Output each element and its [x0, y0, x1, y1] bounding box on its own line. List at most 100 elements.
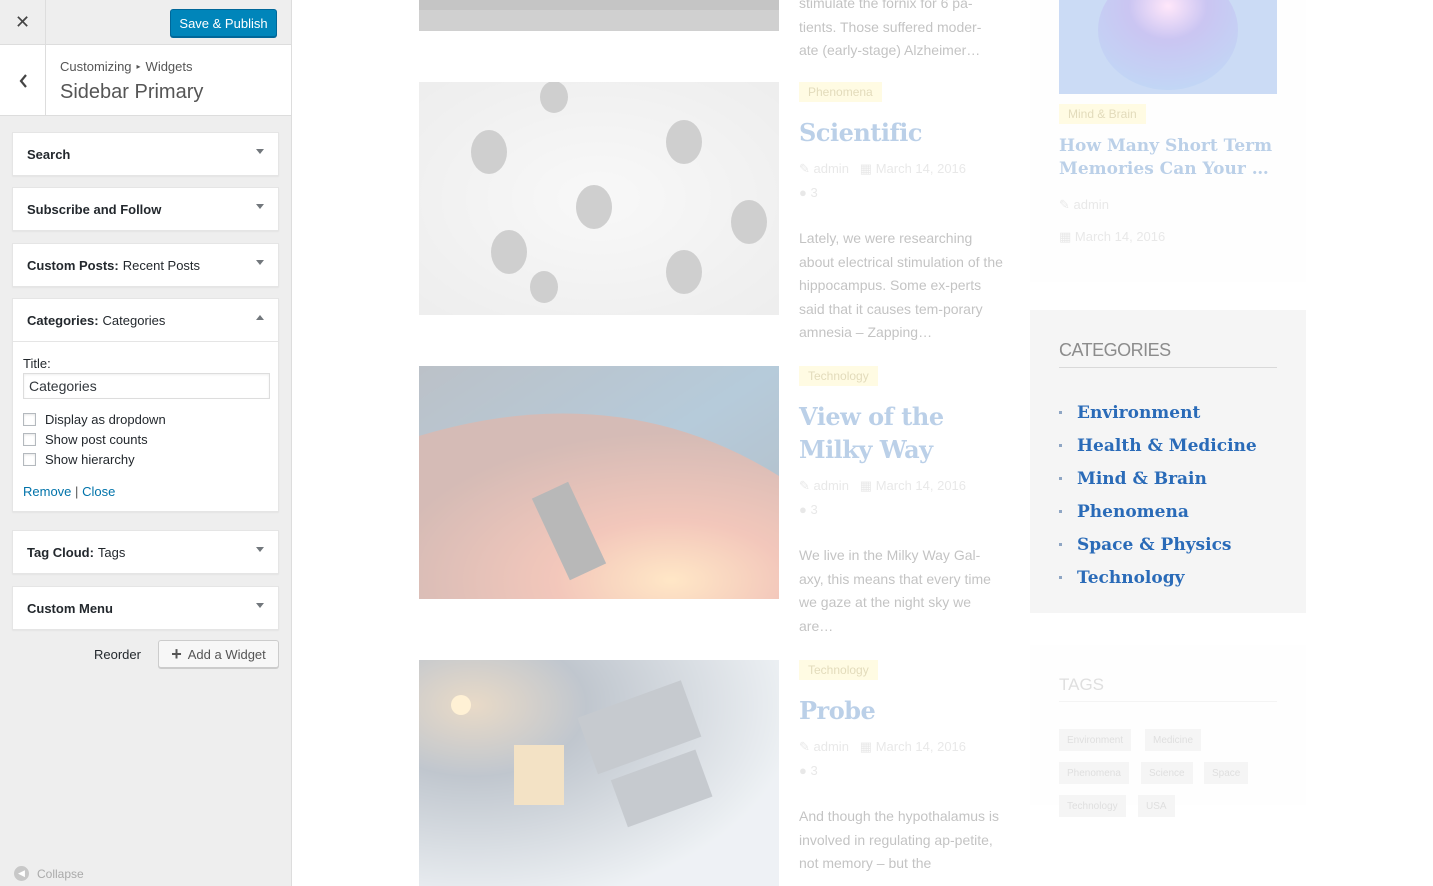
tag[interactable]: Space — [1204, 762, 1249, 784]
title-field[interactable] — [23, 373, 270, 399]
chevron-down-icon[interactable] — [256, 547, 264, 552]
widget-subtitle: Tags — [97, 544, 126, 560]
post-meta: ✎ admin ▦ March 14, 2016 ● 3 — [799, 735, 1004, 783]
category-link[interactable]: Space & Physics — [1077, 535, 1232, 555]
option-show-hierarchy[interactable]: Show hierarchy — [23, 451, 268, 467]
widget-header[interactable]: Custom Menu — [13, 587, 278, 629]
option-display-dropdown[interactable]: Display as dropdown — [23, 411, 268, 427]
post-author[interactable]: admin — [814, 739, 849, 754]
chevron-down-icon[interactable] — [256, 260, 264, 265]
category-link[interactable]: Environment — [1077, 403, 1200, 423]
widget-search[interactable]: Search — [12, 132, 279, 176]
category-item[interactable]: Technology — [1059, 561, 1257, 594]
option-label: Display as dropdown — [45, 411, 166, 427]
category-item[interactable]: Health & Medicine — [1059, 429, 1257, 462]
post-category[interactable]: Technology — [799, 660, 878, 680]
tags-heading: TAGS — [1059, 675, 1277, 702]
post-image-observatory[interactable] — [419, 366, 779, 599]
widget-custom-menu[interactable]: Custom Menu — [12, 586, 279, 630]
post-author[interactable]: admin — [1074, 197, 1109, 212]
post-title[interactable]: Scientific — [799, 116, 1004, 149]
site-preview[interactable]: stimulate the fornix for 6 pa- tients. T… — [292, 0, 1433, 886]
post-category[interactable]: Technology — [799, 366, 878, 386]
category-item[interactable]: Environment — [1059, 396, 1257, 429]
add-widget-button[interactable]: + Add a Widget — [158, 640, 279, 668]
pencil-icon: ✎ — [799, 161, 814, 176]
close-icon[interactable]: ✕ — [0, 0, 46, 45]
chevron-down-icon[interactable] — [256, 603, 264, 608]
widget-custom-posts[interactable]: Custom Posts: Recent Posts — [12, 243, 279, 287]
widget-categories[interactable]: Categories: Categories Title: Display as… — [12, 298, 279, 512]
post-category[interactable]: Mind & Brain — [1059, 104, 1146, 124]
save-publish-button[interactable]: Save & Publish — [170, 9, 277, 37]
widget-subtitle: Categories — [102, 312, 166, 328]
recent-post-card: Mind & Brain How Many Short Term Memorie… — [1030, 0, 1306, 282]
option-label: Show post counts — [45, 431, 148, 447]
remove-link[interactable]: Remove — [23, 484, 71, 499]
comment-icon: ● — [799, 763, 811, 778]
category-link[interactable]: Health & Medicine — [1077, 436, 1257, 456]
back-button[interactable] — [0, 45, 46, 116]
post-category[interactable]: Phenomena — [799, 82, 882, 102]
category-link[interactable]: Mind & Brain — [1077, 469, 1207, 489]
post-author[interactable]: admin — [814, 478, 849, 493]
post-title[interactable]: How Many Short Term Memories Can Your … — [1059, 135, 1277, 181]
widget-subscribe-follow[interactable]: Subscribe and Follow — [12, 187, 279, 231]
widget-header[interactable]: Tag Cloud: Tags — [13, 531, 278, 573]
comment-icon: ● — [799, 502, 811, 517]
brain-image[interactable] — [1059, 0, 1277, 94]
breadcrumb: Customizing ▸ Widgets — [60, 59, 193, 74]
post-image-hands[interactable] — [419, 82, 779, 315]
tag[interactable]: Medicine — [1145, 729, 1202, 751]
reorder-link[interactable]: Reorder — [94, 647, 141, 662]
chevron-down-icon[interactable] — [256, 204, 264, 209]
post-comments[interactable]: 3 — [810, 502, 817, 517]
chevron-down-icon[interactable] — [256, 149, 264, 154]
post-meta: ✎ admin ▦ March 14, 2016 — [1059, 189, 1277, 253]
collapse-button[interactable]: ◀ Collapse — [14, 866, 84, 881]
post-title[interactable]: View of the Milky Way — [799, 400, 1004, 466]
checkbox[interactable] — [23, 452, 36, 466]
category-item[interactable]: Mind & Brain — [1059, 462, 1257, 495]
tag[interactable]: Environment — [1059, 729, 1132, 751]
tag[interactable]: Technology — [1059, 795, 1126, 817]
post-image-probe[interactable] — [419, 660, 779, 886]
widget-header[interactable]: Subscribe and Follow — [13, 188, 278, 230]
post-date: March 14, 2016 — [1074, 229, 1166, 244]
category-item[interactable]: Phenomena — [1059, 495, 1257, 528]
checkbox[interactable] — [23, 432, 36, 446]
category-link[interactable]: Phenomena — [1077, 502, 1189, 522]
post-title[interactable]: Probe — [799, 694, 1004, 727]
tag[interactable]: USA — [1138, 795, 1175, 817]
category-item[interactable]: Space & Physics — [1059, 528, 1257, 561]
close-link[interactable]: Close — [82, 484, 115, 499]
post-milky-way: Technology View of the Milky Way ✎ admin… — [799, 366, 1004, 638]
post-comments[interactable]: 3 — [810, 185, 817, 200]
category-link[interactable]: Technology — [1077, 568, 1185, 588]
widget-header[interactable]: Custom Posts: Recent Posts — [13, 244, 278, 286]
calendar-icon: ▦ — [859, 478, 876, 493]
option-show-post-counts[interactable]: Show post counts — [23, 431, 268, 447]
collapse-label: Collapse — [37, 866, 84, 881]
post-excerpt-top: stimulate the fornix for 6 pa- tients. T… — [799, 0, 1004, 63]
breadcrumb-separator: ▸ — [136, 62, 141, 71]
tag[interactable]: Phenomena — [1059, 762, 1129, 784]
bullet — [1059, 510, 1062, 513]
post-image-top[interactable] — [419, 0, 779, 31]
bullet — [1059, 444, 1062, 447]
option-label: Show hierarchy — [45, 451, 135, 467]
widget-title: Subscribe and Follow — [27, 201, 162, 217]
bullet — [1059, 543, 1062, 546]
widget-header[interactable]: Search — [13, 133, 278, 175]
breadcrumb-root: Customizing — [60, 59, 132, 74]
chevron-up-icon[interactable] — [256, 315, 264, 320]
post-author[interactable]: admin — [814, 161, 849, 176]
post-date: March 14, 2016 — [875, 739, 967, 754]
tag[interactable]: Science — [1141, 762, 1193, 784]
widget-header[interactable]: Categories: Categories — [13, 299, 278, 341]
post-comments[interactable]: 3 — [810, 763, 817, 778]
post-excerpt: And though the hypothalamus is involved … — [799, 808, 1000, 871]
checkbox[interactable] — [23, 412, 36, 426]
widget-tag-cloud[interactable]: Tag Cloud: Tags — [12, 530, 279, 574]
add-widget-label: Add a Widget — [187, 646, 266, 662]
